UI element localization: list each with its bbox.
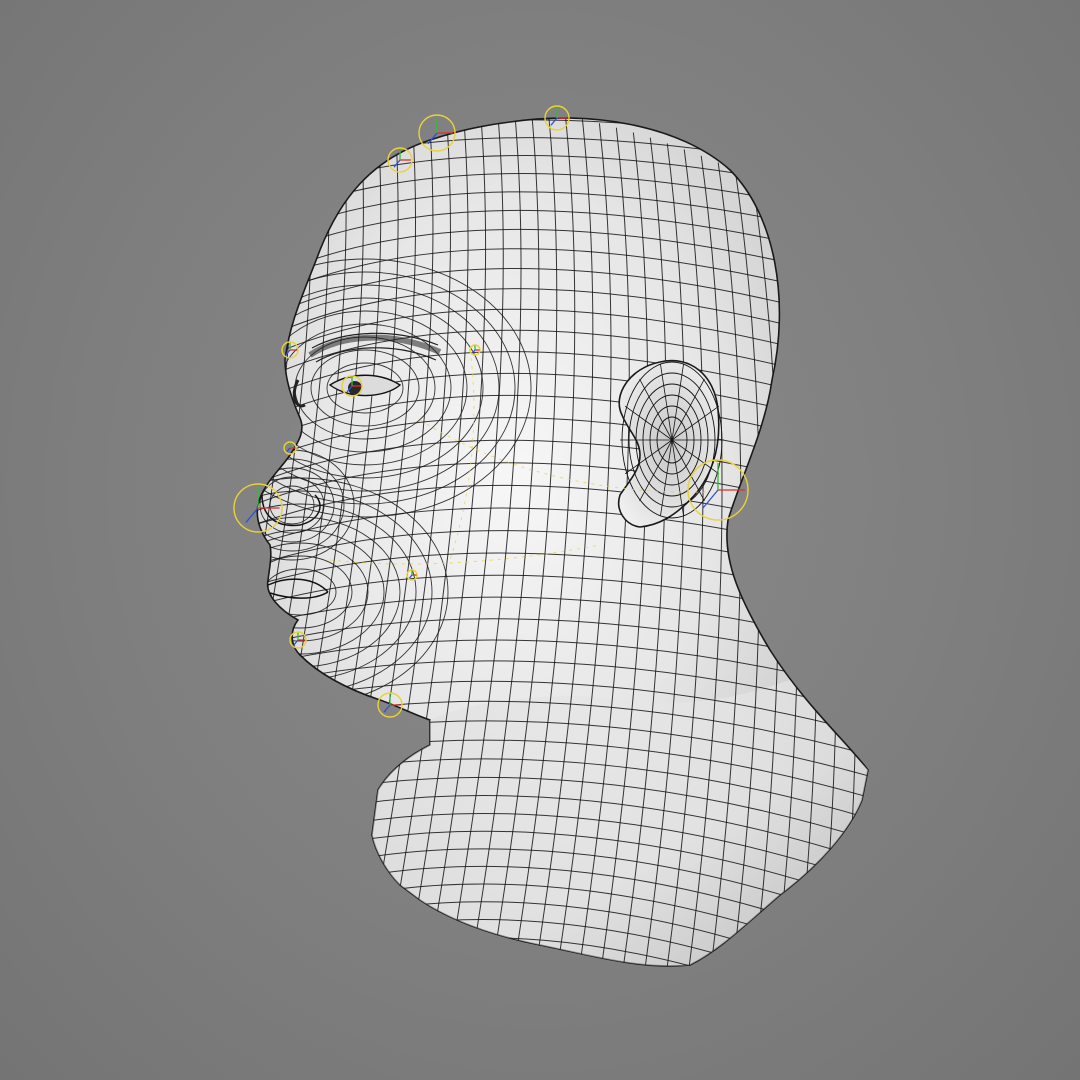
scene-canvas[interactable]	[0, 0, 1080, 1080]
mesh-edge	[257, 174, 278, 966]
mesh-edge	[257, 955, 869, 966]
transform-gizmo-icon	[383, 704, 391, 713]
rig-control-icon[interactable]	[283, 441, 297, 455]
mesh-edge	[819, 209, 857, 966]
mesh-edge	[783, 192, 818, 966]
mesh-edge	[257, 937, 869, 966]
rig-control-icon[interactable]	[377, 692, 403, 718]
3d-viewport[interactable]	[0, 0, 1080, 1080]
mesh-edge	[257, 167, 296, 966]
mesh-edge	[802, 201, 838, 966]
rig-control-icon[interactable]	[233, 483, 283, 533]
transform-gizmo-icon	[245, 507, 259, 523]
mesh-edge	[257, 182, 261, 966]
transform-gizmo-icon	[286, 447, 291, 453]
